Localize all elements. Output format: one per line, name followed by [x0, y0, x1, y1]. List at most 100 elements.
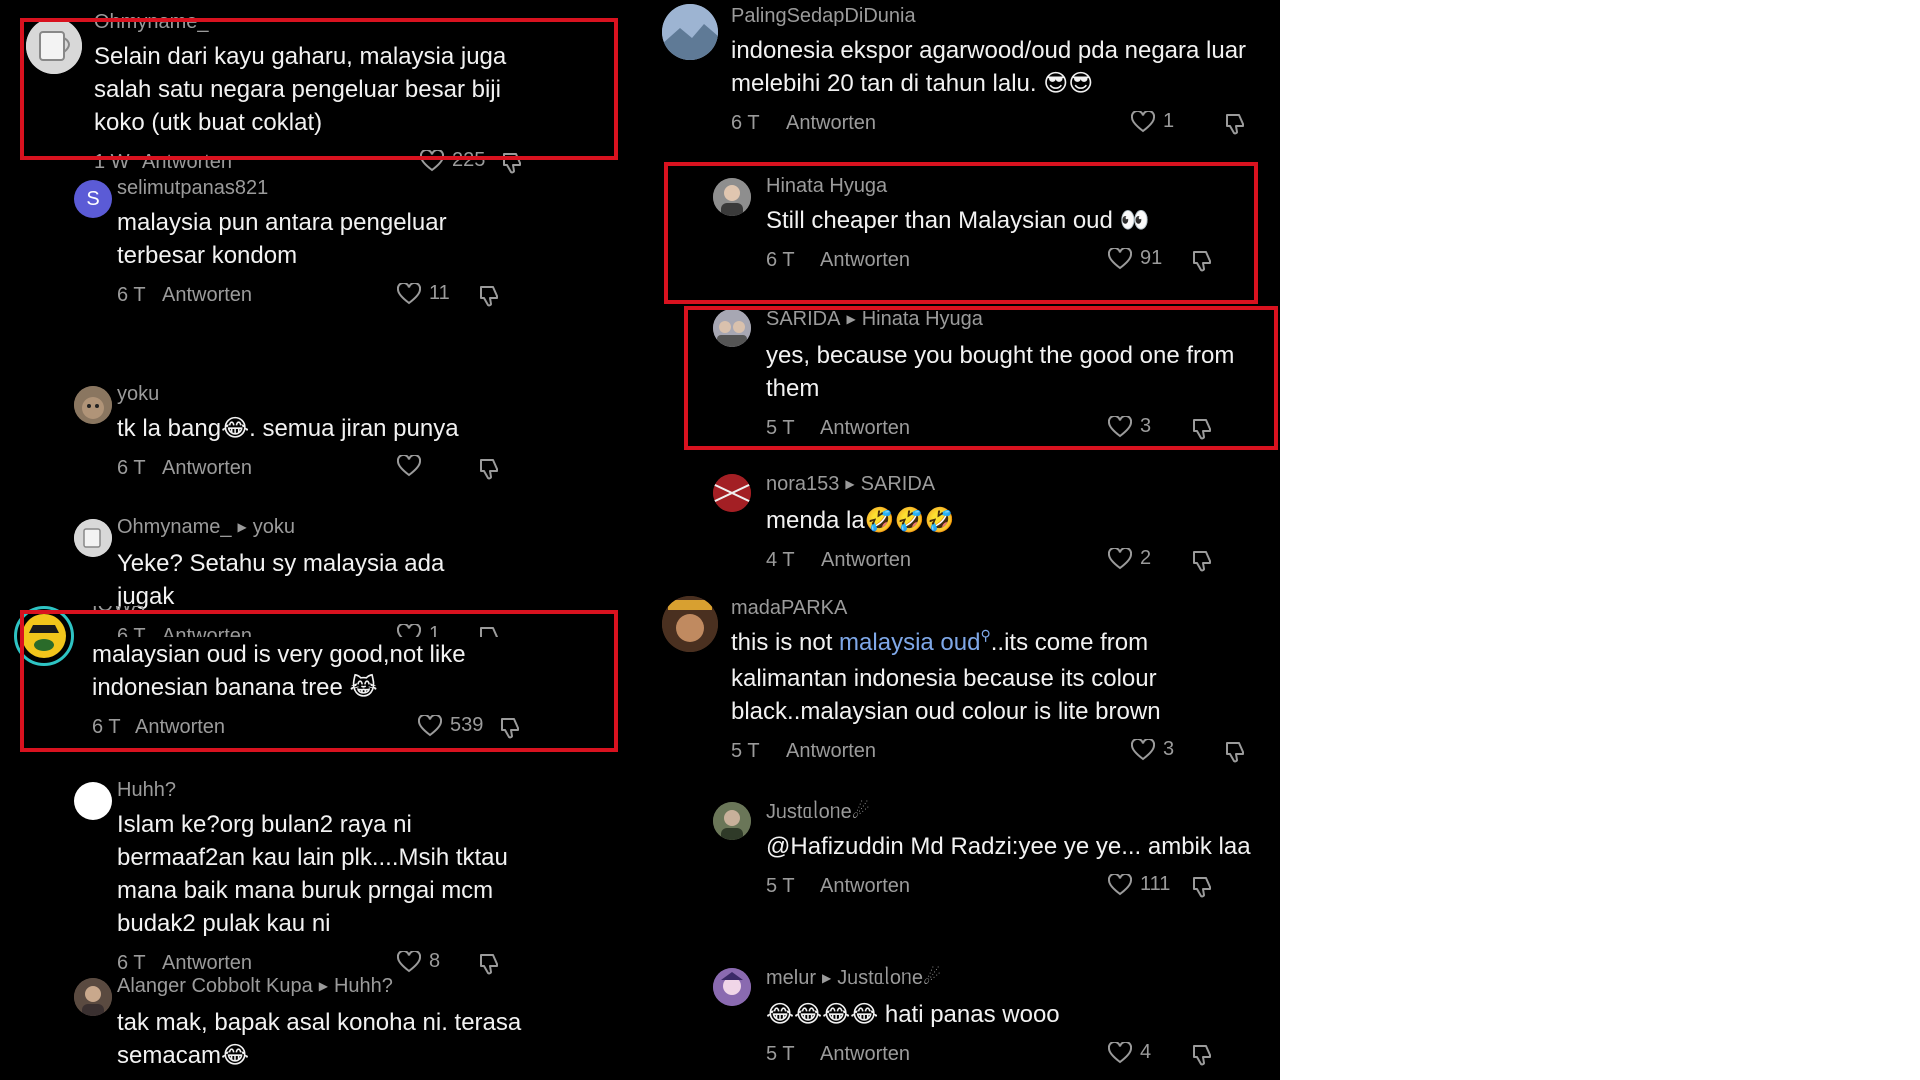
red-pattern-avatar[interactable] — [713, 474, 751, 512]
dislike-button[interactable] — [1190, 417, 1214, 441]
thumbs-down-icon — [480, 954, 498, 975]
comment-age: 5 T — [766, 1043, 795, 1065]
reply-button[interactable]: Antworten — [135, 716, 225, 739]
reply-arrow-icon: ▶ — [318, 979, 328, 993]
dislike-button[interactable] — [1223, 740, 1247, 764]
reply-button[interactable]: Antworten — [820, 417, 910, 440]
dislike-button[interactable] — [1190, 549, 1214, 573]
comment-username[interactable]: Hinata Hyuga — [766, 174, 1246, 198]
reply-button[interactable]: Antworten — [820, 875, 910, 898]
like-button[interactable]: 4 — [1108, 1041, 1151, 1064]
like-button[interactable] — [397, 455, 429, 477]
thumbs-down-icon — [1193, 877, 1211, 898]
like-button[interactable]: 225 — [420, 149, 485, 172]
comment-username[interactable]: Jᥙstᥲᥣoᥒe☄ — [766, 800, 1266, 824]
reply-button[interactable]: Antworten — [820, 249, 910, 272]
heart-icon — [1108, 1041, 1132, 1063]
reply-to-username[interactable]: Jᥙstᥲᥣoᥒe☄ — [837, 967, 941, 989]
comment-username[interactable]: selimutpanas821 — [117, 176, 507, 200]
like-button[interactable]: 111 — [1108, 873, 1170, 896]
reply-button[interactable]: Antworten — [162, 457, 252, 480]
thumbs-down-icon — [1193, 1045, 1211, 1066]
dislike-button[interactable] — [498, 716, 522, 740]
mug-avatar[interactable] — [26, 18, 82, 74]
dislike-button[interactable] — [477, 284, 501, 308]
reply-button[interactable]: Antworten — [786, 112, 876, 135]
thumbs-down-icon — [1226, 742, 1244, 763]
dislike-button[interactable] — [1190, 1043, 1214, 1067]
dislike-button[interactable] — [477, 952, 501, 976]
comment-username[interactable]: SARIDA ▶ Hinata Hyuga — [766, 307, 1246, 333]
like-count: 1 — [1163, 110, 1175, 132]
comment-username[interactable]: Huhh? — [117, 778, 517, 802]
reply-arrow-icon: ▶ — [822, 971, 832, 985]
reply-to-username[interactable]: yoku — [253, 516, 295, 538]
like-button[interactable]: 3 — [1131, 738, 1174, 761]
heart-icon — [420, 149, 444, 171]
heart-icon — [1131, 738, 1155, 760]
dislike-button[interactable] — [1223, 112, 1247, 136]
comment-actions: 5 T Antworten 4 — [766, 1041, 1226, 1071]
comment-username[interactable]: IOWA — [92, 606, 522, 620]
like-count: 2 — [1140, 547, 1152, 569]
heart-icon — [1108, 247, 1132, 269]
dislike-button[interactable] — [1190, 875, 1214, 899]
reply-button[interactable]: Antworten — [786, 740, 876, 763]
like-button[interactable]: 8 — [397, 950, 440, 973]
reply-button[interactable]: Antworten — [162, 284, 252, 307]
comment-username[interactable]: madaPARKA — [731, 596, 1251, 620]
person-avatar[interactable] — [74, 978, 112, 1016]
reply-button[interactable]: Antworten — [821, 549, 911, 572]
comment-username[interactable]: Ohmyname_ — [94, 10, 514, 34]
like-count: 91 — [1140, 247, 1163, 269]
person-avatar[interactable] — [713, 178, 751, 216]
mug-avatar[interactable] — [74, 519, 112, 557]
portrait-avatar[interactable] — [662, 596, 718, 652]
like-button[interactable]: 3 — [1108, 415, 1151, 438]
reply-to-username[interactable]: Hinata Hyuga — [862, 308, 983, 330]
comment-actions: 6 T Antworten — [117, 455, 507, 485]
heart-icon — [1131, 110, 1155, 132]
comment-username[interactable]: PalingSedapDiDunia — [731, 4, 1251, 28]
comment-actions: 6 T Antworten 1 — [731, 110, 1251, 140]
comment-username[interactable]: melur ▶ Jᥙstᥲᥣoᥒe☄ — [766, 966, 1246, 992]
reply-button[interactable]: Antworten — [820, 1043, 910, 1066]
group-avatar[interactable] — [713, 309, 751, 347]
letter-s-avatar[interactable]: S — [74, 180, 112, 218]
dislike-button[interactable] — [1190, 249, 1214, 273]
comment-actions: 6 T Antworten 11 — [117, 282, 507, 312]
anime-avatar[interactable] — [713, 968, 751, 1006]
yellow-character-avatar[interactable] — [14, 606, 74, 666]
dislike-button[interactable] — [500, 151, 524, 175]
thumbs-down-icon — [1193, 419, 1211, 440]
comment-username[interactable]: yoku — [117, 382, 507, 406]
landscape-avatar[interactable] — [662, 4, 718, 60]
heart-icon — [397, 455, 421, 477]
comment-actions: 6 T Antworten 539 — [92, 714, 522, 744]
cat-avatar[interactable] — [74, 386, 112, 424]
comment-text: yes, because you bought the good one fro… — [766, 342, 1235, 402]
white-circle-avatar[interactable] — [74, 782, 112, 820]
reply-button[interactable]: Antworten — [142, 151, 232, 174]
thumbs-down-icon — [503, 153, 521, 174]
comment-username[interactable]: nora153 ▶ SARIDA — [766, 472, 1246, 498]
like-button[interactable]: 1 — [1131, 110, 1174, 133]
comment-username[interactable]: Alanger Cobbolt Kupa ▶ Huhh? — [117, 974, 537, 1000]
reply-to-username[interactable]: SARIDA — [861, 473, 935, 495]
reply-button[interactable]: Antworten — [162, 952, 252, 975]
heart-icon — [418, 714, 442, 736]
comment-age: 5 T — [766, 875, 795, 897]
comment-age: 6 T — [117, 952, 146, 974]
comment-text: tak mak, bapak asal konoha ni. terasa se… — [117, 1009, 522, 1069]
comment-username[interactable]: Ohmyname_ ▶ yoku — [117, 515, 507, 541]
dislike-button[interactable] — [477, 457, 501, 481]
heart-icon — [1108, 547, 1132, 569]
like-button[interactable]: 11 — [397, 282, 450, 305]
like-button[interactable]: 539 — [418, 714, 483, 737]
hashtag-search-link[interactable]: malaysia oud⚲ — [839, 627, 991, 656]
like-button[interactable]: 2 — [1108, 547, 1151, 570]
like-button[interactable]: 91 — [1108, 247, 1162, 270]
reply-to-username[interactable]: Huhh? — [334, 975, 393, 997]
person-avatar[interactable] — [713, 802, 751, 840]
thumbs-down-icon — [1193, 551, 1211, 572]
